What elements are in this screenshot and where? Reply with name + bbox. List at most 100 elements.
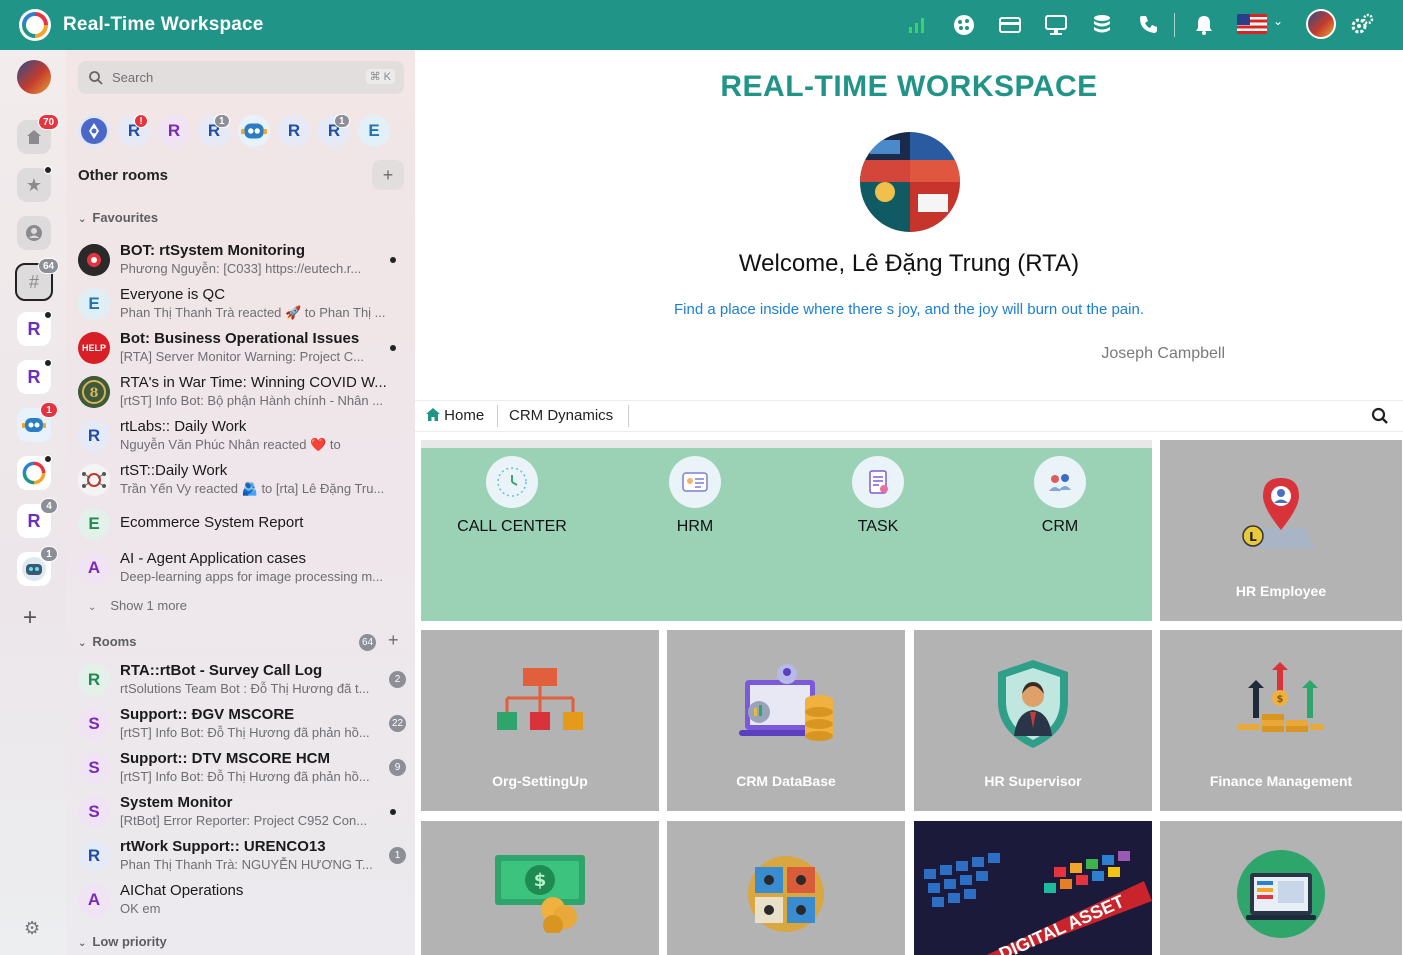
room-item[interactable]: A AI - Agent Application cases Deep-lear… [78, 548, 408, 588]
room-avatar: R [78, 840, 110, 872]
unread-dot [44, 166, 52, 174]
tile-hr-employee[interactable]: L HR Employee [1160, 440, 1402, 621]
chevron-down-icon[interactable]: ⌄ [1273, 14, 1283, 28]
room-avatar: E [78, 508, 110, 540]
room-item[interactable]: S Support:: ĐGV MSCORE [rtST] Info Bot: … [78, 704, 408, 744]
room-item[interactable]: R RTA::rtBot - Survey Call Log rtSolutio… [78, 660, 408, 700]
room-item[interactable]: R rtWork Support:: URENCO13 Phan Thị Tha… [78, 836, 408, 876]
room-item[interactable]: HELP Bot: Business Operational Issues [R… [78, 328, 408, 368]
quote-author: Joseph Campbell [1101, 345, 1225, 362]
tile-crm-database[interactable]: CRM DataBase [667, 630, 905, 811]
user-avatar[interactable] [17, 60, 51, 94]
network-icon [78, 464, 110, 496]
recent-room-bot[interactable] [78, 115, 110, 147]
room-item[interactable]: A AIChat Operations OK em [78, 880, 408, 920]
home-badge: 70 [38, 114, 60, 130]
quote-text: Find a place inside where there s joy, a… [674, 301, 1144, 318]
unread-dot [390, 345, 396, 351]
app-call-center[interactable]: CALL CENTER [452, 456, 572, 536]
topbar-divider [1174, 13, 1175, 37]
tab-divider [497, 405, 498, 427]
room-avatar: E [78, 288, 110, 320]
add-room-button[interactable]: + [388, 630, 399, 651]
bell-icon[interactable] [1191, 12, 1217, 38]
room-avatar: R [78, 664, 110, 696]
people-icon[interactable] [17, 216, 51, 250]
add-room-button[interactable]: + [372, 160, 404, 190]
tab-bar: Home CRM Dynamics [415, 400, 1403, 432]
digital-asset-banner: DIGITAL ASSET [914, 821, 1152, 955]
room-item[interactable]: R rtLabs:: Daily Work Nguyễn Văn Phúc Nh… [78, 416, 408, 456]
rooms-count-badge: 64 [359, 634, 376, 651]
svg-text:$: $ [1277, 694, 1284, 705]
unread-dot [44, 455, 52, 463]
recent-room-robot[interactable] [238, 115, 270, 147]
room-avatar: R [78, 420, 110, 452]
room-avatar: A [78, 884, 110, 916]
search-input[interactable]: Search ⌘ K [78, 61, 404, 94]
palette-icon[interactable] [951, 12, 977, 38]
room-item[interactable]: rtST::Daily Work Trần Yến Vy reacted 🫂 t… [78, 460, 408, 500]
workspace-avatar [860, 132, 960, 232]
database-icon[interactable] [1089, 12, 1115, 38]
tab-crm-dynamics[interactable]: CRM Dynamics [509, 407, 613, 424]
show-more-button[interactable]: ⌄ Show 1 more [88, 598, 187, 613]
room-list-panel: Search ⌘ K R ! R R 1 R R 1 E Other rooms… [66, 50, 415, 955]
add-space-button[interactable]: + [23, 604, 37, 632]
recent-room[interactable]: R [158, 115, 190, 147]
user-avatar[interactable] [1306, 9, 1336, 39]
recent-room[interactable]: R [278, 115, 310, 147]
help-icon: HELP [78, 332, 110, 364]
assistant-badge: 1 [40, 546, 58, 562]
app-hrm[interactable]: HRM [635, 456, 755, 536]
tile-digital-asset[interactable]: DIGITAL ASSET [914, 821, 1152, 955]
monitor-icon[interactable] [1043, 12, 1069, 38]
recent-count-badge: 1 [334, 114, 350, 128]
signal-bars-icon[interactable] [904, 12, 930, 38]
favourites-section-header[interactable]: ⌄ Favourites [78, 210, 158, 225]
home-page: REAL-TIME WORKSPACE Welcome, Lê Đặng Tru… [415, 50, 1403, 955]
home-icon [426, 408, 440, 421]
covid-badge-icon: 8 [78, 376, 110, 408]
room-item[interactable]: S System Monitor [RtBot] Error Reporter:… [78, 792, 408, 832]
recent-count-badge: 1 [214, 114, 230, 128]
tab-home[interactable]: Home [426, 407, 484, 424]
gear-icon[interactable]: ⚙ [24, 918, 40, 939]
org-chart-icon [497, 668, 583, 730]
svg-text:L: L [1249, 530, 1257, 544]
rooms-section-header[interactable]: ⌄ Rooms [78, 634, 136, 649]
app-task[interactable]: TASK [818, 456, 938, 536]
phone-icon[interactable] [1135, 12, 1161, 38]
recent-room[interactable]: E [358, 115, 390, 147]
low-priority-section-header[interactable]: ⌄ Low priority [78, 934, 167, 949]
search-icon [89, 70, 103, 85]
language-flag-icon[interactable] [1237, 14, 1267, 34]
location-pin-icon: L [1242, 478, 1314, 548]
search-placeholder: Search [112, 70, 154, 85]
room-avatar: S [78, 752, 110, 784]
tile-finance-management[interactable]: $ Finance Management [1160, 630, 1402, 811]
room-item[interactable]: BOT: rtSystem Monitoring Phương Nguyễn: … [78, 240, 408, 280]
tile-hr-supervisor[interactable]: HR Supervisor [914, 630, 1152, 811]
tile-team-puzzle[interactable] [667, 821, 905, 955]
app-logo[interactable] [19, 9, 51, 41]
settings-gears-icon[interactable] [1349, 12, 1375, 38]
unread-count-badge: 2 [389, 671, 406, 688]
tile-org-settingup[interactable]: Org-SettingUp [421, 630, 659, 811]
room-item[interactable]: 8 RTA's in War Time: Winning COVID W... … [78, 372, 408, 412]
card-icon[interactable] [997, 12, 1023, 38]
unread-count-badge: 1 [389, 847, 406, 864]
room-item[interactable]: E Ecommerce System Report [78, 504, 408, 544]
tile-money[interactable]: $ [421, 821, 659, 955]
app-crm[interactable]: CRM [1000, 456, 1120, 536]
id-card-icon [669, 456, 721, 508]
room-avatar [78, 244, 110, 276]
bot-badge: 1 [40, 402, 58, 418]
room-avatar: S [78, 796, 110, 828]
clock-icon [486, 456, 538, 508]
room-item[interactable]: E Everyone is QC Phan Thị Thanh Trà reac… [78, 284, 408, 324]
room-item[interactable]: S Support:: DTV MSCORE HCM [rtST] Info B… [78, 748, 408, 788]
tile-dashboard[interactable] [1160, 821, 1402, 955]
tab-divider [628, 405, 629, 427]
search-icon[interactable] [1371, 407, 1389, 425]
